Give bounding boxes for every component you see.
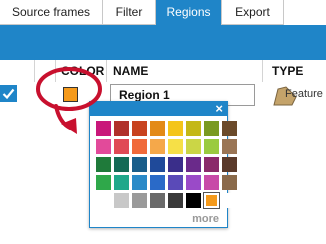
palette-color-swatch[interactable] [168,157,183,172]
annotation-arrowhead [61,118,77,134]
palette-color-swatch[interactable] [96,175,111,190]
palette-color-swatch[interactable] [168,121,183,136]
row-checkbox[interactable] [0,85,17,102]
column-separator [55,60,56,82]
palette-color-swatch[interactable] [96,193,111,208]
picker-titlebar: × [90,101,227,116]
palette-color-swatch[interactable] [114,121,129,136]
tab-bar: Source frames Filter Regions Export [0,0,326,25]
palette-color-swatch[interactable] [132,175,147,190]
close-icon[interactable]: × [215,101,223,116]
palette-color-swatch[interactable] [204,193,219,208]
palette-color-swatch[interactable] [168,193,183,208]
palette-color-swatch[interactable] [150,157,165,172]
palette-color-swatch[interactable] [186,139,201,154]
palette-color-swatch[interactable] [132,121,147,136]
more-colors-link[interactable]: more [192,213,219,225]
palette-color-swatch[interactable] [132,193,147,208]
color-swatch[interactable] [63,87,78,102]
palette-color-swatch[interactable] [186,175,201,190]
tab-regions[interactable]: Regions [156,0,222,25]
palette-color-swatch[interactable] [222,157,237,172]
palette-color-swatch[interactable] [150,175,165,190]
palette-color-swatch[interactable] [204,121,219,136]
palette-color-swatch[interactable] [222,121,237,136]
palette-color-swatch[interactable] [150,139,165,154]
palette-color-swatch[interactable] [222,193,237,208]
palette-color-swatch[interactable] [114,175,129,190]
palette-color-swatch[interactable] [186,157,201,172]
annotation-arrow [54,104,72,130]
toolbar-band [0,25,326,60]
palette-color-swatch[interactable] [96,139,111,154]
palette-color-swatch[interactable] [132,139,147,154]
column-separator [34,60,35,82]
tab-filter[interactable]: Filter [103,0,156,25]
column-separator [262,60,263,82]
palette-color-swatch[interactable] [204,157,219,172]
palette-color-swatch[interactable] [114,193,129,208]
color-palette [96,121,237,208]
checkmark-icon [2,88,15,100]
palette-color-swatch[interactable] [132,157,147,172]
palette-color-swatch[interactable] [186,193,201,208]
palette-color-swatch[interactable] [222,139,237,154]
palette-color-swatch[interactable] [114,157,129,172]
palette-color-swatch[interactable] [96,157,111,172]
palette-color-swatch[interactable] [204,139,219,154]
column-header-name[interactable]: NAME [109,60,259,82]
column-header-color[interactable]: COLOR [57,60,105,82]
palette-color-swatch[interactable] [114,139,129,154]
column-separator [106,60,107,82]
type-cell: Feature [268,84,326,106]
palette-color-swatch[interactable] [168,175,183,190]
column-header-type[interactable]: TYPE [268,60,326,82]
color-picker-popup: × more [89,101,237,228]
palette-color-swatch[interactable] [96,121,111,136]
palette-color-swatch[interactable] [150,121,165,136]
palette-color-swatch[interactable] [150,193,165,208]
type-label: Feature [285,88,323,100]
palette-color-swatch[interactable] [168,139,183,154]
palette-color-swatch[interactable] [186,121,201,136]
palette-color-swatch[interactable] [204,175,219,190]
tab-export[interactable]: Export [222,0,284,25]
grid-header: COLOR NAME TYPE [0,60,326,82]
tab-source-frames[interactable]: Source frames [0,0,103,25]
palette-color-swatch[interactable] [222,175,237,190]
